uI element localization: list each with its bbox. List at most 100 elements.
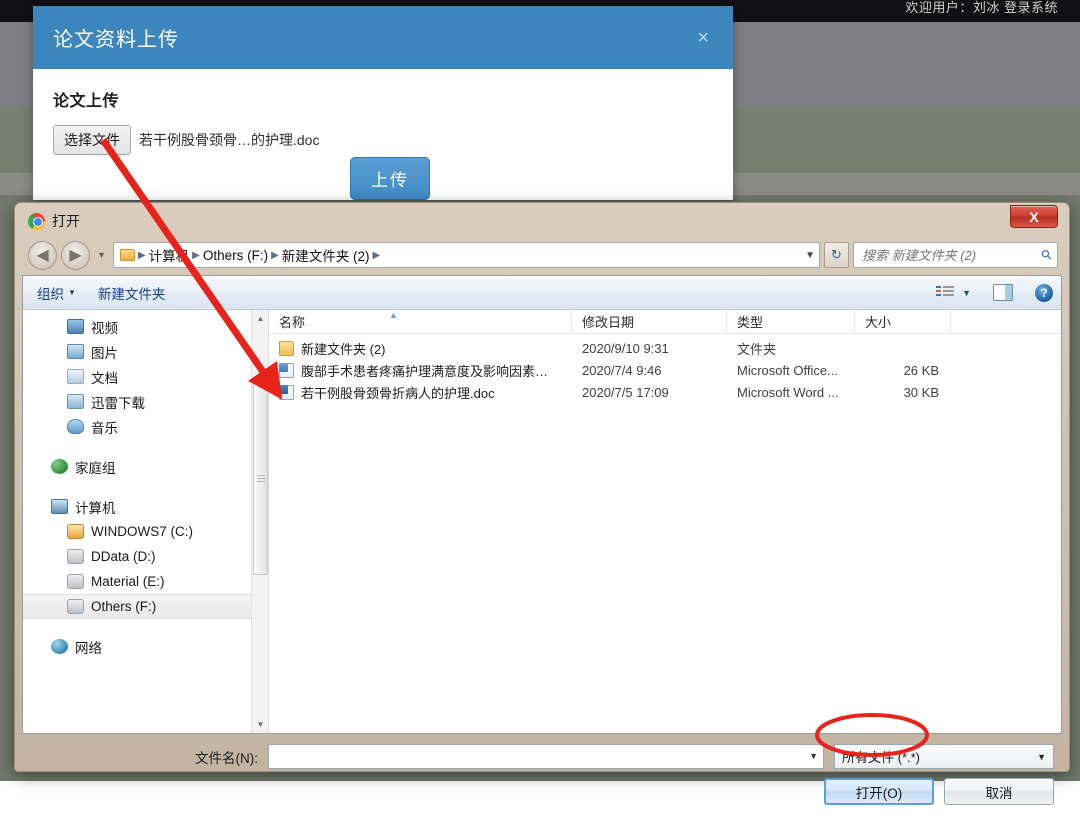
dialog-toolbar: 组织 ▼ 新建文件夹 ▼ ?: [23, 276, 1061, 310]
filename-label: 文件名(N):: [30, 747, 258, 767]
dialog-buttons-row: 打开(O) 取消: [30, 778, 1054, 805]
dialog-client-area: 组织 ▼ 新建文件夹 ▼ ? 视频图片文档迅雷下载音乐家庭组计算机WINDOWS…: [22, 275, 1062, 734]
file-name-label: 腹部手术患者疼痛护理满意度及影响因素…: [301, 361, 548, 380]
nav-item[interactable]: 家庭组: [23, 454, 268, 479]
nav-item-label: 视频: [91, 317, 118, 337]
nav-item[interactable]: DData (D:): [23, 544, 268, 569]
upload-modal-body: 论文上传 选择文件 若干例股骨颈骨…的护理.doc 上传: [33, 69, 733, 200]
scroll-up-icon[interactable]: ▲: [252, 310, 269, 327]
chevron-down-icon[interactable]: ▼: [962, 288, 971, 298]
view-mode-icon[interactable]: [936, 285, 954, 300]
nav-group-spacer: [23, 439, 268, 454]
breadcrumb-item-2[interactable]: 新建文件夹 (2): [282, 245, 370, 265]
choose-file-button[interactable]: 选择文件: [53, 125, 131, 155]
column-header-size[interactable]: 大小: [855, 310, 951, 334]
navigation-list: 视频图片文档迅雷下载音乐家庭组计算机WINDOWS7 (C:) DData (D:…: [23, 310, 268, 659]
dialog-panes: 视频图片文档迅雷下载音乐家庭组计算机WINDOWS7 (C:) DData (D:…: [23, 310, 1061, 733]
breadcrumb-item-1[interactable]: Others (F:): [203, 248, 268, 263]
file-date-cell: 2020/7/5 17:09: [572, 385, 727, 400]
chevron-down-icon: ▼: [68, 288, 76, 297]
cancel-button[interactable]: 取消: [944, 778, 1054, 805]
file-list-pane: 名称 修改日期 类型 大小 ▲ 新建文件夹 (2)2020/9/10 9:31文…: [269, 310, 1061, 733]
scrollbar-thumb[interactable]: [253, 382, 268, 575]
breadcrumb-item-0[interactable]: 计算机: [149, 245, 190, 265]
nav-item[interactable]: Others (F:): [23, 594, 268, 619]
file-name-cell: 新建文件夹 (2): [269, 339, 572, 358]
history-chevron-down-icon[interactable]: ▼: [94, 250, 109, 260]
chrome-icon: [28, 213, 45, 230]
search-input[interactable]: [860, 247, 1042, 264]
refresh-icon[interactable]: ↻: [824, 242, 849, 268]
filename-input-wrap: ▼: [268, 744, 824, 769]
nav-item[interactable]: Material (E:): [23, 569, 268, 594]
file-date-cell: 2020/7/4 9:46: [572, 363, 727, 378]
nav-item-label: 图片: [91, 342, 118, 362]
help-icon[interactable]: ?: [1035, 284, 1053, 302]
homegroup-icon: [51, 459, 68, 474]
upload-section-title: 论文上传: [53, 87, 713, 111]
file-row[interactable]: 新建文件夹 (2)2020/9/10 9:31文件夹: [269, 337, 1061, 359]
scroll-down-icon[interactable]: ▼: [252, 716, 269, 733]
chevron-down-icon[interactable]: ▼: [805, 250, 815, 261]
upload-modal-header: 论文资料上传 ×: [33, 6, 733, 69]
filename-input[interactable]: [268, 744, 824, 769]
file-row[interactable]: 腹部手术患者疼痛护理满意度及影响因素… 2020/7/4 9:46Microsof…: [269, 359, 1061, 381]
drive-icon: [67, 549, 84, 564]
organize-label: 组织: [37, 283, 64, 303]
file-type-cell: 文件夹: [727, 339, 855, 358]
nav-item[interactable]: 网络: [23, 634, 268, 659]
drive-icon: [67, 574, 84, 589]
file-type-cell: Microsoft Office...: [727, 363, 855, 378]
nav-item[interactable]: 视频: [23, 314, 268, 339]
file-row[interactable]: 若干例股骨颈骨折病人的护理.doc2020/7/5 17:09Microsoft…: [269, 381, 1061, 403]
nav-group-spacer: [23, 479, 268, 494]
upload-modal: 论文资料上传 × 论文上传 选择文件 若干例股骨颈骨…的护理.doc 上传: [33, 6, 733, 200]
breadcrumb[interactable]: ▶ 计算机 ▶ Others (F:) ▶ 新建文件夹 (2) ▶ ▼: [113, 242, 820, 268]
column-header-type[interactable]: 类型: [727, 310, 855, 334]
file-size-cell: 26 KB: [855, 363, 951, 378]
file-input-row: 选择文件 若干例股骨颈骨…的护理.doc: [53, 125, 713, 155]
breadcrumb-separator: ▶: [138, 250, 146, 261]
upload-submit-button[interactable]: 上传: [350, 157, 430, 200]
upload-modal-title: 论文资料上传: [53, 23, 691, 52]
navigation-pane: 视频图片文档迅雷下载音乐家庭组计算机WINDOWS7 (C:) DData (D:…: [23, 310, 269, 733]
search-box[interactable]: ⚲: [853, 242, 1058, 268]
nav-item-label: Material (E:): [91, 574, 165, 589]
navigation-scrollbar[interactable]: ▲ ▼: [251, 310, 268, 733]
nav-item[interactable]: 文档: [23, 364, 268, 389]
organize-menu[interactable]: 组织 ▼: [37, 283, 76, 303]
nav-item[interactable]: 音乐: [23, 414, 268, 439]
back-icon[interactable]: ◀: [28, 241, 57, 270]
breadcrumb-separator: ▶: [271, 250, 279, 261]
document-icon: [67, 369, 84, 384]
column-header-date[interactable]: 修改日期: [572, 310, 727, 334]
filename-row: 文件名(N): ▼ 所有文件 (*.*) ▼: [30, 744, 1054, 769]
word-file-icon: [279, 385, 294, 400]
nav-item[interactable]: WINDOWS7 (C:): [23, 519, 268, 544]
new-folder-button[interactable]: 新建文件夹: [98, 283, 166, 303]
nav-item[interactable]: 图片: [23, 339, 268, 364]
forward-icon[interactable]: ▶: [61, 241, 90, 270]
nav-item-label: Others (F:): [91, 599, 156, 614]
nav-item[interactable]: 计算机: [23, 494, 268, 519]
breadcrumb-separator: ▶: [192, 250, 200, 261]
nav-item[interactable]: 迅雷下载: [23, 389, 268, 414]
preview-pane-icon[interactable]: [993, 284, 1013, 301]
filetype-select[interactable]: 所有文件 (*.*) ▼: [834, 744, 1054, 769]
open-button[interactable]: 打开(O): [824, 778, 934, 805]
dialog-bottom-bar: 文件名(N): ▼ 所有文件 (*.*) ▼ 打开(O) 取消: [20, 734, 1064, 822]
close-icon[interactable]: ×: [691, 26, 715, 50]
file-list-header: 名称 修改日期 类型 大小 ▲: [269, 310, 1061, 334]
nav-item-label: 迅雷下载: [91, 392, 145, 412]
open-file-dialog: 打开 X ◀ ▶ ▼ ▶ 计算机 ▶ Others (F:) ▶ 新建文件夹 (…: [14, 202, 1070, 772]
drive-system-icon: [67, 524, 84, 539]
nav-item-label: DData (D:): [91, 549, 156, 564]
close-window-button[interactable]: X: [1010, 205, 1058, 228]
file-name-label: 若干例股骨颈骨折病人的护理.doc: [301, 383, 495, 402]
file-list-rows: 新建文件夹 (2)2020/9/10 9:31文件夹腹部手术患者疼痛护理满意度及…: [269, 337, 1061, 403]
column-header-name[interactable]: 名称: [269, 310, 572, 334]
excel-file-icon: [279, 363, 294, 378]
picture-icon: [67, 344, 84, 359]
filetype-value: 所有文件 (*.*): [842, 747, 920, 766]
breadcrumb-separator: ▶: [373, 250, 381, 261]
